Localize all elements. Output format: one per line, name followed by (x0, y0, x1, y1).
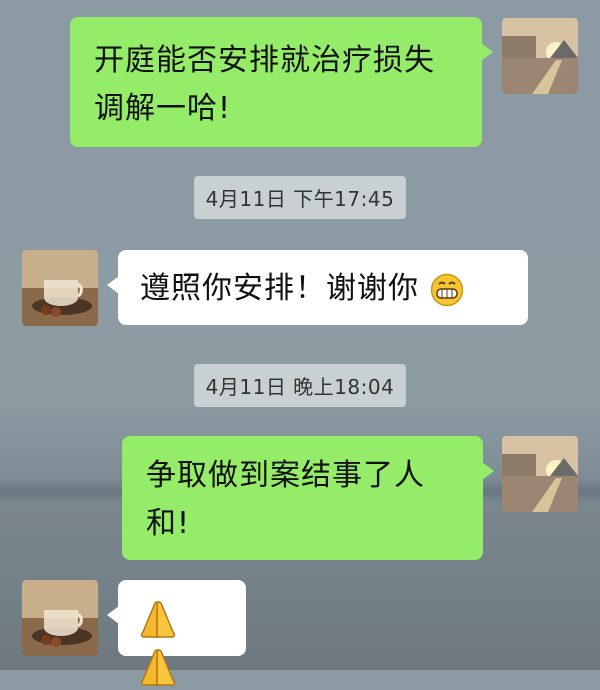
louvre-photo-icon (502, 436, 578, 512)
contact-avatar[interactable] (22, 580, 98, 656)
message-bubble-other[interactable] (107, 580, 246, 686)
message-text: 开庭能否安排就治疗损失调解一哈! (94, 43, 435, 126)
louvre-photo-icon (502, 18, 578, 94)
folded-hands-icon (140, 648, 176, 686)
timestamp-label: 4月11日 晚上18:04 (193, 364, 407, 407)
message-bubble-other[interactable]: 遵照你安排！谢谢你 (107, 250, 528, 325)
folded-hands-icon (140, 600, 176, 638)
message-bubble-self[interactable]: 开庭能否安排就治疗损失调解一哈! (70, 17, 493, 147)
timestamp: 4月11日 晚上18:04 (0, 364, 600, 407)
message-text: 遵照你安排！谢谢你 (140, 271, 419, 306)
timestamp: 4月11日 下午17:45 (0, 176, 600, 219)
timestamp-label: 4月11日 下午17:45 (193, 176, 407, 219)
tea-cup-photo-icon (22, 250, 98, 326)
message-bubble-self[interactable]: 争取做到案结事了人和! (122, 436, 494, 560)
grinning-face-icon (430, 273, 463, 306)
self-avatar[interactable] (502, 436, 578, 512)
message-text: 争取做到案结事了人和! (146, 458, 425, 541)
contact-avatar[interactable] (22, 250, 98, 326)
tea-cup-photo-icon (22, 580, 98, 656)
self-avatar[interactable] (502, 18, 578, 94)
